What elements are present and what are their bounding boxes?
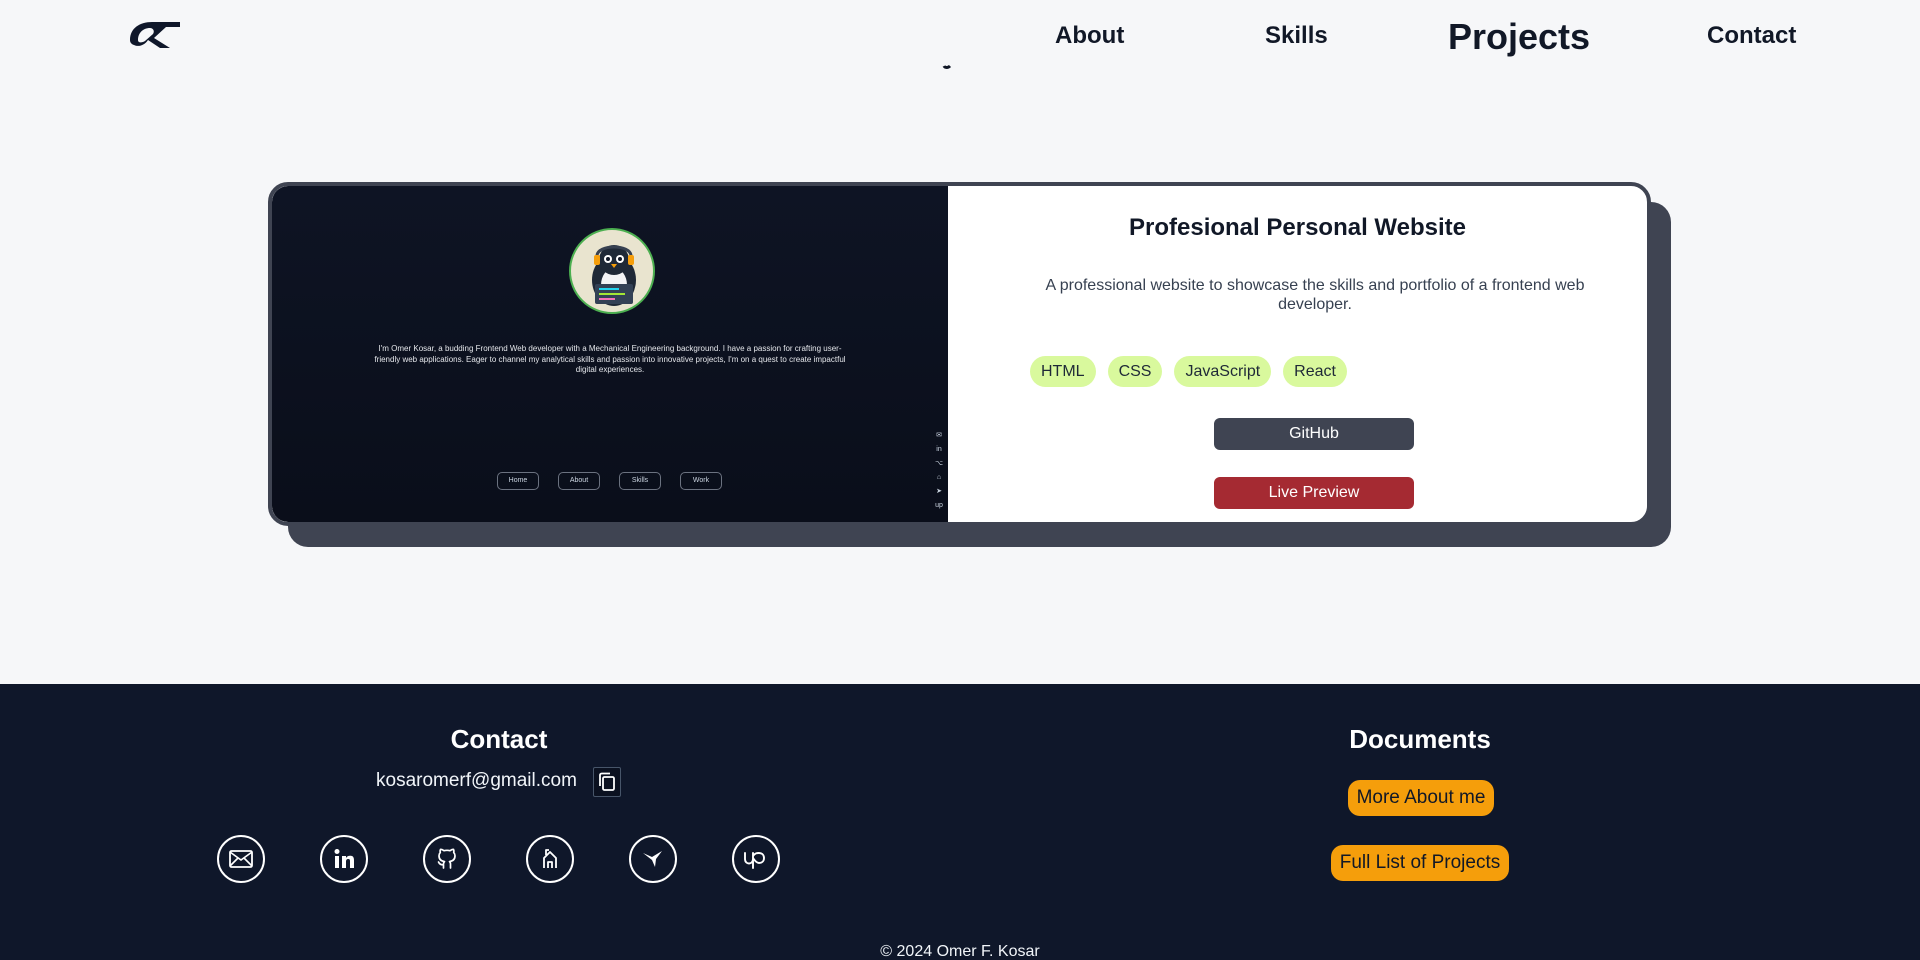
nav-about[interactable]: About — [1055, 22, 1124, 50]
linkedin-link[interactable] — [320, 835, 368, 883]
live-preview-button[interactable]: Live Preview — [1214, 477, 1414, 509]
footer-copyright: © 2024 Omer F. Kosar — [880, 943, 1040, 960]
nav-contact[interactable]: Contact — [1707, 22, 1796, 50]
social-links — [217, 835, 780, 883]
project-title: Profesional Personal Website — [1129, 214, 1466, 241]
more-about-me-button[interactable]: More About me — [1348, 780, 1494, 816]
freecodecamp-icon — [543, 849, 557, 868]
preview-social-sidebar: ✉ in ⌥ ⌂ ➤ up — [933, 431, 945, 511]
footer-email: kosaromerf@gmail.com — [376, 770, 577, 791]
preview-about-button: About — [558, 472, 600, 490]
project-preview-image: I'm Omer Kosar, a budding Frontend Web d… — [272, 186, 948, 522]
tag-react: React — [1283, 356, 1347, 387]
upwork-link[interactable] — [732, 835, 780, 883]
preview-hummingbird-icon: ➤ — [936, 488, 942, 495]
github-link[interactable] — [423, 835, 471, 883]
preview-skills-button: Skills — [619, 472, 661, 490]
copy-email-button[interactable] — [593, 767, 621, 797]
project-tags: HTML CSS JavaScript React — [1030, 356, 1347, 387]
github-button[interactable]: GitHub — [1214, 418, 1414, 450]
tag-css: CSS — [1107, 356, 1163, 387]
section-heading-fragment — [942, 64, 952, 69]
logo-icon[interactable] — [126, 16, 182, 50]
preview-home-button: Home — [497, 472, 539, 490]
tag-javascript: JavaScript — [1174, 356, 1272, 387]
preview-linkedin-icon: in — [936, 446, 942, 453]
copy-icon — [599, 772, 615, 791]
hummingbird-link[interactable] — [629, 835, 677, 883]
upwork-icon — [744, 852, 765, 869]
hummingbird-icon — [643, 851, 662, 867]
project-description: A professional website to showcase the s… — [1045, 277, 1585, 313]
project-info: Profesional Personal Website A professio… — [948, 186, 1647, 522]
project-card: I'm Omer Kosar, a budding Frontend Web d… — [268, 182, 1651, 526]
footer-documents-title: Documents — [1349, 724, 1491, 754]
tag-html: HTML — [1030, 356, 1096, 387]
site-footer: Contact kosaromerf@gmail.com Documents M… — [0, 684, 1920, 960]
preview-upwork-icon: up — [935, 502, 943, 509]
preview-freecodecamp-icon: ⌂ — [936, 474, 942, 481]
preview-github-icon: ⌥ — [934, 460, 944, 467]
penguin-avatar-image — [569, 228, 655, 314]
nav-projects[interactable]: Projects — [1448, 16, 1590, 58]
preview-work-button: Work — [680, 472, 722, 490]
github-icon — [437, 848, 456, 869]
preview-mail-icon: ✉ — [936, 432, 942, 439]
footer-contact-title: Contact — [450, 724, 548, 754]
nav-skills[interactable]: Skills — [1265, 22, 1328, 50]
full-projects-list-button[interactable]: Full List of Projects — [1331, 845, 1509, 881]
freecodecamp-link[interactable] — [526, 835, 574, 883]
preview-intro-text: I'm Omer Kosar, a budding Frontend Web d… — [374, 344, 846, 374]
linkedin-icon — [334, 849, 354, 868]
mail-icon — [229, 850, 253, 868]
mail-link[interactable] — [217, 835, 265, 883]
site-header: About Skills Projects Contact — [0, 0, 1920, 72]
